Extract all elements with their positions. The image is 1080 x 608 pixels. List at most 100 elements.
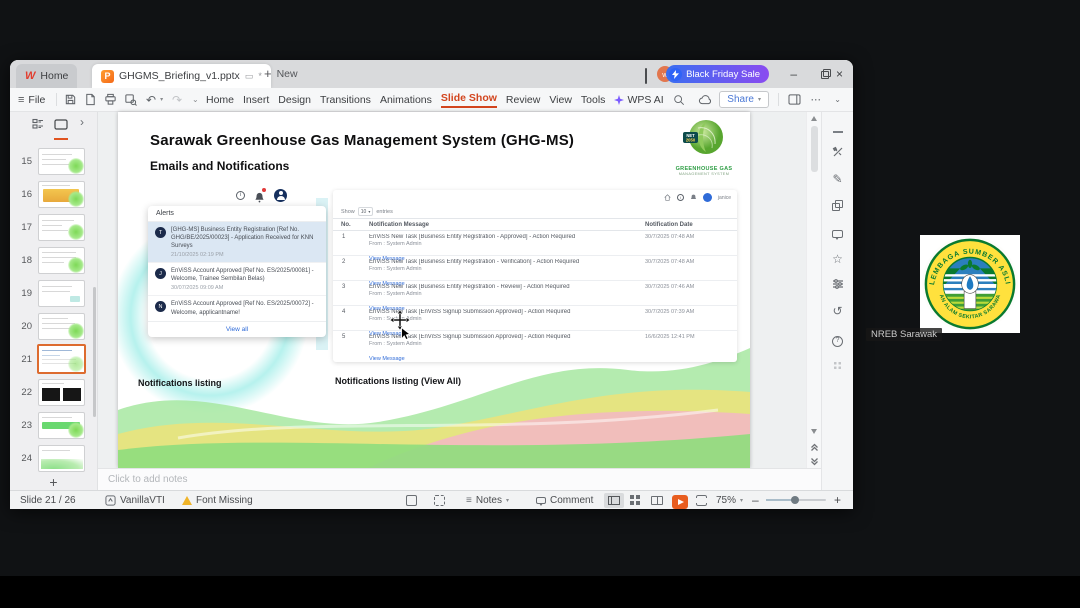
cloud-sync-icon[interactable] [698,88,713,111]
help-icon[interactable]: ? [822,331,853,347]
alerts-dropdown-screenshot[interactable]: Alerts T [GHG-MS] Business Entity Regist… [148,206,326,337]
slide-thumbnail-18[interactable]: 18 [10,247,97,275]
next-slide-button[interactable] [810,453,819,466]
menu-insert[interactable]: Insert [243,94,269,106]
task-pane-icon[interactable] [788,88,801,111]
save-icon[interactable] [64,88,77,111]
slide-sorter-button[interactable] [630,491,640,509]
warning-icon [182,495,192,505]
slide-scrollbar[interactable] [806,112,821,468]
more-options-icon[interactable]: ⋯ [811,88,822,111]
menu-design[interactable]: Design [278,94,311,106]
slide-preview [38,148,85,175]
slide-number: 20 [21,321,32,332]
proofing-pen-icon[interactable]: ✎ [822,172,853,186]
close-button[interactable]: × [836,67,843,81]
shapes-icon[interactable] [822,200,853,214]
thumbnail-scrollbar[interactable] [93,287,96,417]
undo-button[interactable]: ↶ ▾ [146,88,163,111]
file-menu[interactable]: ≡ File [18,88,45,111]
slide-thumbnail-22[interactable]: 22 [10,379,97,407]
slide-view-icon[interactable] [54,117,68,140]
zoom-percent[interactable]: 75% [716,491,736,509]
expand-panel-chevron[interactable]: › [80,115,84,129]
export-pdf-icon[interactable] [84,88,97,111]
slide-thumbnail-20[interactable]: 20 [10,313,97,341]
menu-transitions[interactable]: Transitions [320,94,371,106]
minimize-button[interactable]: – [790,67,797,81]
slide-number: 17 [21,222,32,233]
fullscreen-icon[interactable] [696,491,707,509]
slide-number: 18 [21,255,32,266]
slide-thumbnail-19[interactable]: 19 [10,280,97,308]
history-icon[interactable]: ↺ [822,304,853,318]
print-preview-icon[interactable] [124,88,137,111]
scrollbar-thumb[interactable] [811,126,818,172]
menu-home[interactable]: Home [206,94,234,106]
collapse-ribbon-chevron[interactable]: ⌄ [834,88,841,111]
slide-thumbnail-23[interactable]: 23 [10,412,97,440]
zoom-dropdown-chevron[interactable]: ▾ [740,491,743,509]
ghgms-logo-line2: MANAGEMENT SYSTEM [678,172,730,176]
reading-view-button[interactable] [651,491,663,509]
scroll-up-icon[interactable] [811,116,817,121]
menu-slide-show[interactable]: Slide Show [440,92,497,108]
menu-tools[interactable]: Tools [581,94,606,106]
column-message: Notification Message [369,222,430,228]
play-slideshow-button[interactable] [672,493,688,511]
zoom-out-button[interactable]: – [752,491,759,509]
outline-view-icon[interactable] [32,118,44,130]
slide-thumbnail-24[interactable]: 24 [10,445,97,473]
add-slide-button[interactable]: + [10,474,97,490]
apps-grid-icon[interactable] [822,359,853,373]
hamburger-icon: ≡ [18,93,25,106]
window-tab-bar: W Home P GHGMS_Briefing_v1.pptx ▭ * + Ne… [10,60,853,88]
customize-toolbar-chevron[interactable]: ⌄ [192,88,199,111]
notes-bar[interactable]: Click to add notes [98,468,821,490]
menu-animations[interactable]: Animations [380,94,432,106]
menu-review[interactable]: Review [506,94,540,106]
share-button[interactable]: Share ▾ [719,91,769,108]
rehearse-timer-icon[interactable] [406,491,417,509]
slide-preview [38,280,85,307]
promo-button[interactable]: Black Friday Sale [666,65,769,83]
print-icon[interactable] [104,88,117,111]
slide-canvas[interactable]: Sarawak Greenhouse Gas Management System… [118,112,750,468]
zoom-slider[interactable] [766,491,826,509]
slide-thumbnail-15[interactable]: 15 [10,148,97,176]
slide-thumbnail-21-current[interactable]: 21 [10,344,97,374]
comment-toggle[interactable]: Comment [536,491,593,509]
wps-ai-menu[interactable]: WPS AI [614,94,664,106]
show-label: Show [341,208,355,215]
quick-tools-icon[interactable] [822,146,853,161]
home-tab[interactable]: W Home [16,64,78,88]
scroll-down-icon[interactable] [811,429,817,434]
present-from-current-icon[interactable] [434,491,445,509]
slide-thumbnail-16[interactable]: 16 [10,181,97,209]
table-row: 1 EnViSS New Task [Business Entity Regis… [333,231,737,262]
slide-editor-area: Sarawak Greenhouse Gas Management System… [98,112,806,468]
comment-panel-icon[interactable] [822,227,853,241]
new-tab-button[interactable]: + New [264,66,298,81]
slide-thumbnail-17[interactable]: 17 [10,214,97,242]
notes-toggle[interactable]: ≡ Notes ▾ [466,491,509,509]
portal-username: janice [717,194,731,201]
search-icon[interactable] [673,94,685,106]
tab-list-icon[interactable] [645,68,647,84]
previous-slide-button[interactable] [810,439,819,451]
zoom-in-button[interactable]: + [834,491,841,509]
info-icon: i [236,190,245,200]
lightning-icon [669,67,683,81]
participant-video[interactable]: LEMBAGA SUMBER ASLI DAN ALAM SEKITAR SAR… [919,231,1020,333]
adjust-settings-icon[interactable] [822,278,853,293]
theme-indicator[interactable]: VanillaVTI [105,491,165,509]
redo-button[interactable]: ↷ [172,88,182,111]
normal-view-button[interactable] [604,491,624,509]
collapse-icon[interactable] [822,122,853,136]
menu-view[interactable]: View [549,94,572,106]
favorites-star-icon[interactable]: ☆ [822,252,853,266]
slide-number: 21 [21,354,32,365]
document-tab[interactable]: P GHGMS_Briefing_v1.pptx ▭ * [92,64,271,88]
slide-number: 19 [21,288,32,299]
font-missing-warning[interactable]: Font Missing [182,491,253,509]
